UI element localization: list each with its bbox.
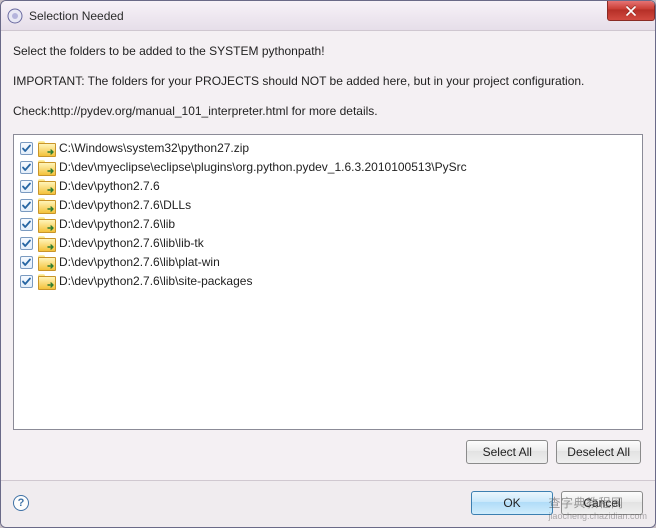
folder-path: D:\dev\python2.7.6 bbox=[59, 179, 160, 193]
folder-icon bbox=[38, 179, 54, 193]
dialog-footer: ? OK Cancel bbox=[1, 480, 655, 527]
folder-icon bbox=[38, 141, 54, 155]
ok-button[interactable]: OK bbox=[471, 491, 553, 515]
folder-list-item[interactable]: D:\dev\python2.7.6 bbox=[16, 177, 640, 196]
deselect-all-button[interactable]: Deselect All bbox=[556, 440, 641, 464]
folder-icon bbox=[38, 160, 54, 174]
select-all-button[interactable]: Select All bbox=[466, 440, 548, 464]
checkbox[interactable] bbox=[20, 237, 33, 250]
folder-list-item[interactable]: D:\dev\myeclipse\eclipse\plugins\org.pyt… bbox=[16, 158, 640, 177]
checkbox[interactable] bbox=[20, 275, 33, 288]
dialog-window: Selection Needed Select the folders to b… bbox=[0, 0, 656, 528]
folder-list-item[interactable]: D:\dev\python2.7.6\DLLs bbox=[16, 196, 640, 215]
folder-path: D:\dev\python2.7.6\lib\plat-win bbox=[59, 255, 220, 269]
checkbox[interactable] bbox=[20, 161, 33, 174]
folder-path: D:\dev\python2.7.6\lib\lib-tk bbox=[59, 236, 204, 250]
instruction-line-2: IMPORTANT: The folders for your PROJECTS… bbox=[13, 73, 643, 89]
close-button[interactable] bbox=[607, 1, 655, 21]
folder-path: D:\dev\myeclipse\eclipse\plugins\org.pyt… bbox=[59, 160, 467, 174]
checkbox[interactable] bbox=[20, 199, 33, 212]
folder-list-item[interactable]: D:\dev\python2.7.6\lib\plat-win bbox=[16, 253, 640, 272]
checkbox[interactable] bbox=[20, 180, 33, 193]
folder-list-item[interactable]: D:\dev\python2.7.6\lib\lib-tk bbox=[16, 234, 640, 253]
folder-list-item[interactable]: C:\Windows\system32\python27.zip bbox=[16, 139, 640, 158]
dialog-body: Select the folders to be added to the SY… bbox=[1, 31, 655, 480]
window-title: Selection Needed bbox=[29, 9, 124, 23]
folder-icon bbox=[38, 274, 54, 288]
selection-buttons: Select All Deselect All bbox=[13, 430, 643, 472]
folder-list[interactable]: C:\Windows\system32\python27.zip D:\dev\m… bbox=[13, 134, 643, 430]
folder-path: D:\dev\python2.7.6\lib bbox=[59, 217, 175, 231]
app-icon bbox=[7, 8, 23, 24]
folder-icon bbox=[38, 217, 54, 231]
instruction-line-3: Check:http://pydev.org/manual_101_interp… bbox=[13, 103, 643, 119]
instruction-line-1: Select the folders to be added to the SY… bbox=[13, 43, 643, 59]
folder-icon bbox=[38, 236, 54, 250]
folder-icon bbox=[38, 198, 54, 212]
checkbox[interactable] bbox=[20, 218, 33, 231]
folder-list-item[interactable]: D:\dev\python2.7.6\lib\site-packages bbox=[16, 272, 640, 291]
cancel-button[interactable]: Cancel bbox=[561, 491, 643, 515]
folder-path: D:\dev\python2.7.6\lib\site-packages bbox=[59, 274, 252, 288]
checkbox[interactable] bbox=[20, 256, 33, 269]
folder-path: D:\dev\python2.7.6\DLLs bbox=[59, 198, 191, 212]
checkbox[interactable] bbox=[20, 142, 33, 155]
titlebar: Selection Needed bbox=[1, 1, 655, 31]
instructions: Select the folders to be added to the SY… bbox=[13, 43, 643, 134]
folder-path: C:\Windows\system32\python27.zip bbox=[59, 141, 249, 155]
folder-list-item[interactable]: D:\dev\python2.7.6\lib bbox=[16, 215, 640, 234]
folder-icon bbox=[38, 255, 54, 269]
help-icon[interactable]: ? bbox=[13, 495, 29, 511]
